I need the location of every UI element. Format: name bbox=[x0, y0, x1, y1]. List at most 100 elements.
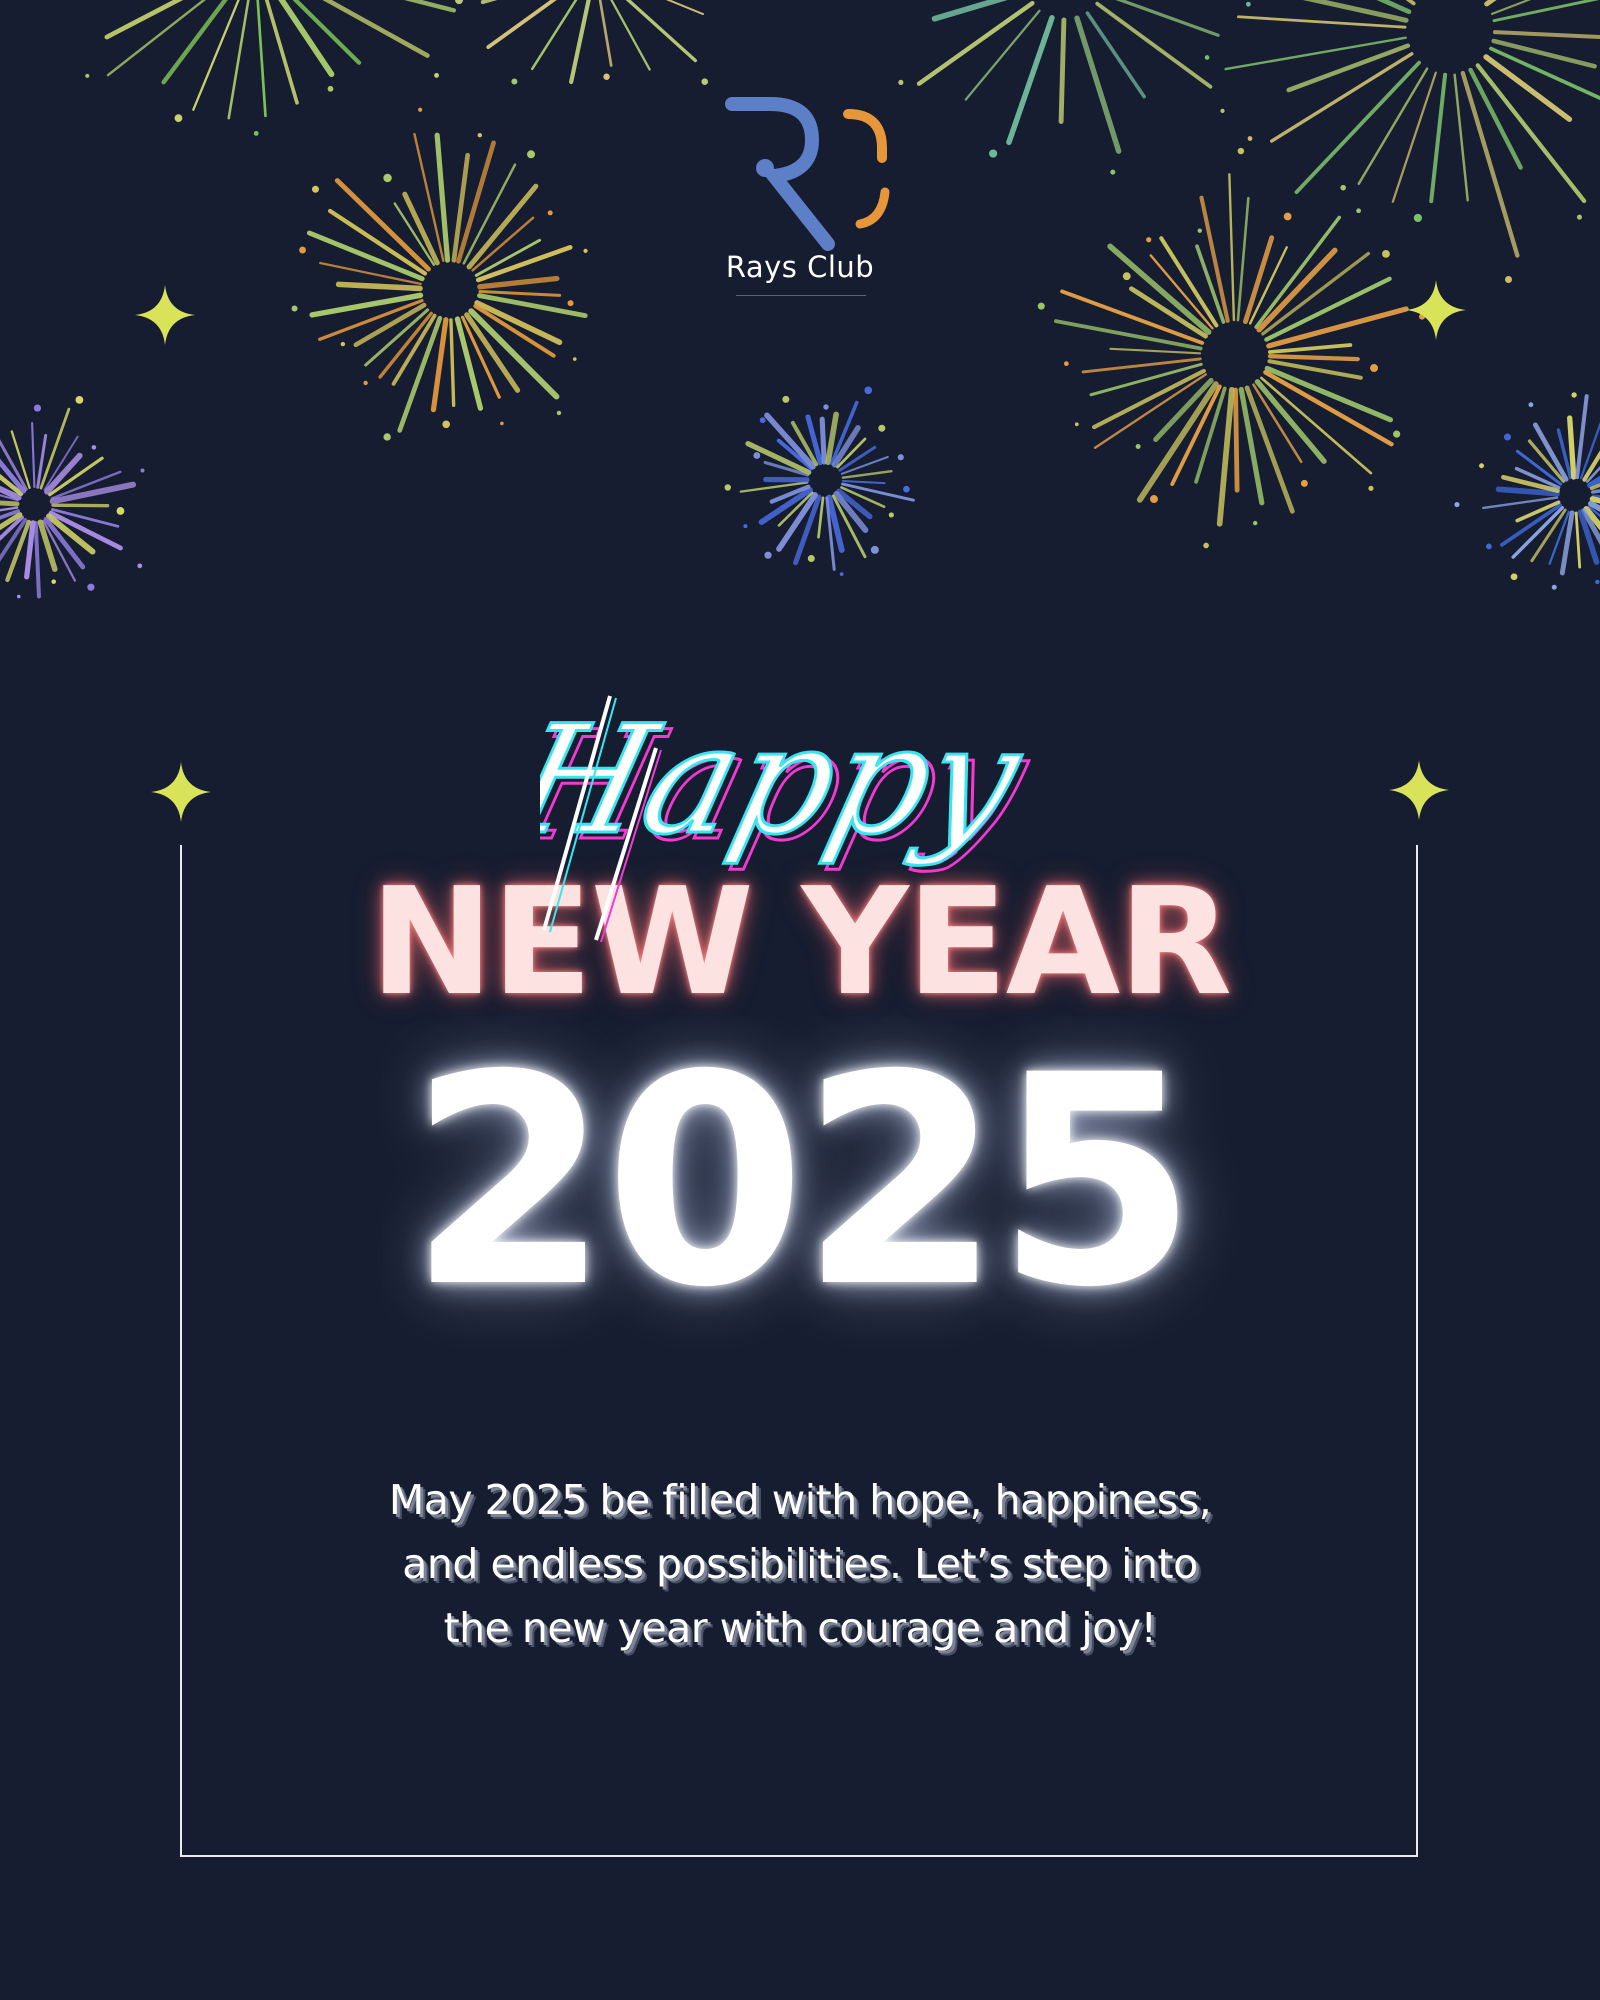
firework-ray bbox=[1453, 73, 1469, 202]
firework-ray bbox=[1092, 368, 1206, 430]
firework-spark bbox=[477, 133, 482, 138]
logo-r-letter bbox=[725, 97, 835, 251]
firework-ray bbox=[1577, 509, 1600, 565]
firework-spark bbox=[782, 395, 790, 403]
firework-ray bbox=[31, 421, 36, 489]
firework-ray bbox=[0, 518, 28, 562]
firework-spark bbox=[383, 433, 391, 441]
firework-ray bbox=[1495, 486, 1560, 497]
firework-spark bbox=[759, 417, 766, 424]
sparkle-icon bbox=[135, 285, 195, 345]
firework-ray bbox=[1587, 505, 1600, 518]
firework-ray bbox=[665, 0, 704, 16]
firework-ray bbox=[531, 0, 578, 71]
firework-ray bbox=[278, 0, 335, 78]
firework-ray bbox=[462, 163, 517, 265]
firework-ray bbox=[1589, 496, 1600, 504]
firework-spark bbox=[1204, 55, 1210, 60]
firework-spark bbox=[1368, 485, 1374, 491]
firework-ray bbox=[1267, 354, 1360, 362]
firework-ray bbox=[42, 519, 77, 582]
firework-spark bbox=[116, 507, 125, 515]
firework-ray bbox=[1228, 173, 1236, 322]
firework-ray bbox=[1582, 450, 1600, 482]
firework-ray bbox=[1261, 251, 1371, 336]
firework-ray bbox=[319, 261, 422, 286]
firework-ray bbox=[1484, 0, 1497, 7]
firework-ray bbox=[1216, 387, 1235, 527]
firework-spark bbox=[1247, 136, 1253, 141]
firework-ray bbox=[37, 519, 58, 572]
firework-ray bbox=[1376, 0, 1412, 15]
firework-ray bbox=[0, 494, 19, 502]
firework-ray bbox=[1115, 0, 1220, 37]
firework-spark bbox=[33, 404, 42, 412]
rays-club-logo: Rays Club bbox=[700, 92, 900, 302]
firework-ray bbox=[1548, 510, 1570, 565]
firework-spark bbox=[1413, 213, 1422, 223]
firework-ray bbox=[378, 311, 433, 379]
firework-ray bbox=[0, 509, 20, 520]
firework-spark bbox=[898, 79, 904, 85]
firework-ray bbox=[1490, 0, 1532, 15]
firework-ray bbox=[1006, 15, 1055, 146]
firework-ray bbox=[1264, 365, 1394, 423]
firework-ray bbox=[306, 230, 425, 282]
firework-ray bbox=[0, 512, 23, 531]
firework-spark bbox=[527, 150, 536, 159]
firework-ray bbox=[1489, 46, 1600, 101]
firework-top-center-right bbox=[898, 0, 1251, 175]
firework-ray bbox=[106, 0, 206, 77]
firework-ray bbox=[1501, 474, 1560, 493]
firework-top-left bbox=[85, 0, 457, 136]
firework-ray bbox=[1574, 511, 1582, 569]
firework-ray bbox=[49, 481, 137, 505]
sparkle-icon bbox=[151, 762, 211, 822]
firework-ray bbox=[1149, 254, 1214, 330]
firework-spark bbox=[1220, 108, 1225, 113]
firework-ray bbox=[51, 508, 120, 528]
firework-ray bbox=[836, 437, 867, 469]
firework-ray bbox=[393, 202, 436, 266]
firework-ray bbox=[836, 488, 873, 520]
sparkle-icon bbox=[1389, 760, 1449, 820]
firework-ray bbox=[449, 318, 456, 408]
firework-spark bbox=[16, 594, 21, 599]
firework-ray bbox=[51, 503, 110, 508]
firework-ray bbox=[1224, 36, 1407, 71]
firework-ray bbox=[44, 452, 83, 495]
firework-spark bbox=[839, 572, 844, 577]
firework-ray bbox=[1248, 246, 1288, 325]
firework-spark bbox=[1479, 463, 1485, 469]
firework-edge-left bbox=[0, 396, 145, 599]
firework-ray bbox=[477, 275, 560, 290]
firework-spark bbox=[1300, 479, 1308, 487]
firework-ray bbox=[402, 191, 440, 266]
firework-ray bbox=[0, 439, 28, 491]
firework-edge-right bbox=[1454, 392, 1600, 590]
firework-ray bbox=[1591, 489, 1600, 494]
firework-spark bbox=[743, 524, 748, 529]
firework-ray bbox=[391, 313, 437, 386]
firework-ray bbox=[397, 315, 443, 433]
firework-ray bbox=[33, 520, 41, 599]
firework-ray bbox=[1286, 43, 1411, 93]
firework-ray bbox=[309, 292, 424, 318]
message-line: the new year with courage and joy! bbox=[443, 1604, 1157, 1652]
firework-ray bbox=[831, 494, 867, 559]
firework-spark bbox=[1237, 147, 1245, 155]
firework-spark bbox=[174, 114, 183, 123]
firework-ray bbox=[468, 308, 560, 400]
firework-ray bbox=[1260, 376, 1373, 475]
firework-spark bbox=[1528, 402, 1534, 408]
firework-spark bbox=[511, 78, 518, 85]
firework-ray bbox=[830, 400, 859, 466]
firework-spark bbox=[1370, 364, 1379, 373]
firework-ray bbox=[0, 506, 19, 512]
firework-spark bbox=[1340, 184, 1346, 191]
firework-spark bbox=[363, 380, 368, 386]
firework-ray bbox=[430, 317, 449, 413]
firework-ray bbox=[1254, 215, 1341, 329]
firework-spark bbox=[87, 583, 95, 591]
firework-ray bbox=[486, 0, 557, 49]
